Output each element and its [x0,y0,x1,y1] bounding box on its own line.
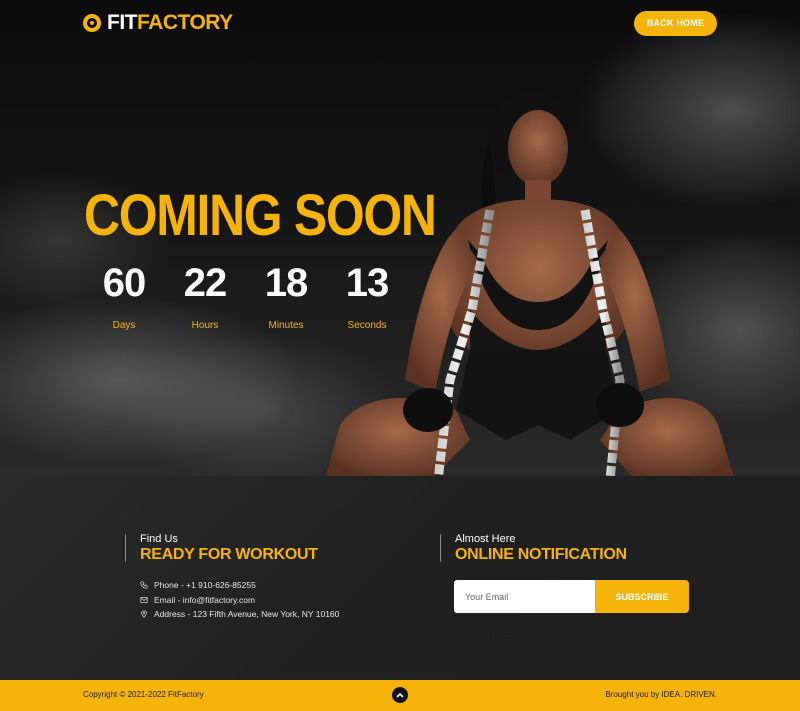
contact-heading: Find Us READY FOR WORKOUT [125,533,318,563]
contact-address[interactable]: Address - 123 Fifth Avenue, New York, NY… [140,607,339,622]
phone-icon [140,581,148,589]
contact-phone[interactable]: Phone - +1 910-626-85255 [140,578,339,593]
countdown-value: 13 [345,261,390,305]
contact-address-text: Address - 123 Fifth Avenue, New York, NY… [154,609,340,620]
countdown-label: Minutes [268,320,304,331]
coming-soon-title: COMING SOON [84,183,437,248]
footer: Copyright © 2021-2022 FitFactory Brought… [0,680,800,711]
countdown-value: 60 [102,261,147,305]
envelope-icon [140,596,148,603]
credits-text: Brought you by IDEA. DRIVEN. [605,690,717,699]
contact-email[interactable]: Email - info@fitfactory.com [140,593,339,608]
copyright-text: Copyright © 2021-2022 FitFactory [83,690,204,699]
back-to-top-button[interactable] [392,687,408,703]
countdown-days: 60 Days [84,256,164,332]
newsletter-kicker: Almost Here [455,533,516,545]
newsletter-title: ONLINE NOTIFICATION [455,546,627,563]
site-logo[interactable]: FITFACTORY [83,11,233,35]
info-section: Find Us READY FOR WORKOUT Phone - +1 910… [0,476,800,680]
countdown-minutes: 18 Minutes [246,256,326,332]
subscribe-form: SUBSCRIBE [454,580,689,613]
subscribe-button[interactable]: SUBSCRIBE [595,580,689,613]
target-icon [83,14,101,32]
countdown-label: Days [112,320,136,331]
logo-text-factory: FACTORY [137,11,233,34]
chevron-up-icon [396,692,404,698]
contact-title: READY FOR WORKOUT [140,546,318,563]
logo-text-fit: FIT [107,11,138,34]
countdown-value: 18 [264,261,309,305]
countdown-value: 22 [183,261,228,305]
hero-section: FITFACTORY BACK HOME COMING SOON 60 Days… [0,0,800,476]
contact-kicker: Find Us [140,533,178,545]
countdown-hours: 22 Hours [165,256,245,332]
email-input[interactable] [454,580,595,613]
countdown-seconds: 13 Seconds [327,256,407,332]
back-home-button[interactable]: BACK HOME [634,11,717,36]
countdown-label: Seconds [347,320,387,331]
countdown-label: Hours [191,320,219,331]
map-pin-icon [141,610,147,619]
contact-phone-text: Phone - +1 910-626-85255 [154,580,256,591]
logo-text: FITFACTORY [107,11,233,35]
countdown-timer: 60 Days 22 Hours 18 Minutes 13 Seconds [84,256,414,336]
contact-list: Phone - +1 910-626-85255 Email - info@fi… [140,578,339,622]
newsletter-heading: Almost Here ONLINE NOTIFICATION [440,533,627,563]
contact-email-text: Email - info@fitfactory.com [154,594,256,605]
